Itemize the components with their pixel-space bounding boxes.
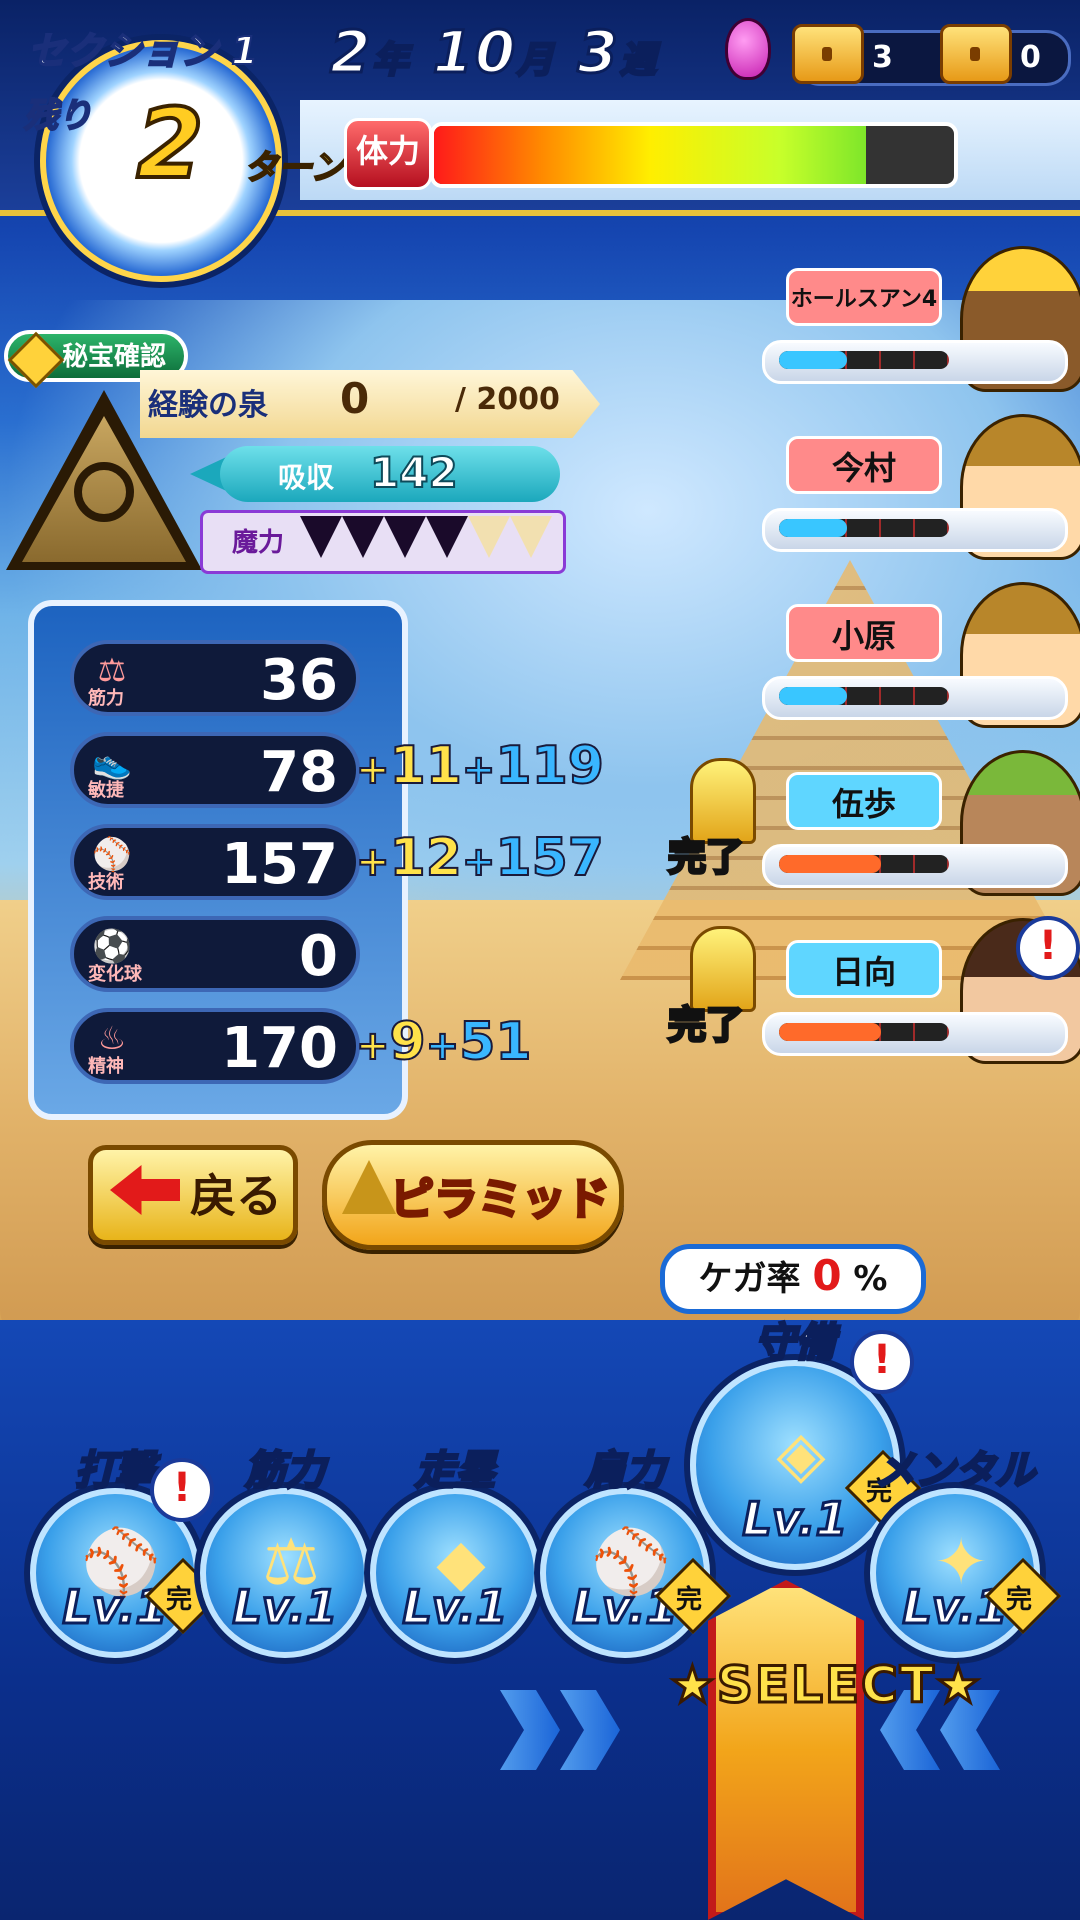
magic-label: 魔力 [232,528,285,558]
exp-max: / 2000 [455,382,560,417]
plus-sign: + [355,838,390,886]
stat-value: 157 [221,832,338,897]
stat-bonus: +9+51 [355,1011,533,1073]
stat-row: ⚾ 技術 157 [70,824,360,900]
teammate-gauge-track [779,687,949,705]
stat-row: ⚖ 筋力 36 [70,640,360,716]
stat-name: 技術 [88,872,124,893]
teammate-name[interactable]: 今村 [786,436,942,494]
plus-sign: + [355,1022,390,1070]
stamina-label: 体力 [344,118,432,190]
date-year: 2 [328,17,373,88]
stat-value: 36 [260,648,338,713]
teammate-gauge [762,1012,1068,1056]
remaining-turns: 2 [135,86,206,202]
practice-level: Lv.1 [231,1579,339,1636]
exp-label: 経験の泉 [148,388,268,423]
teammate-name[interactable]: 小原 [786,604,942,662]
practice-done-label: 完 [166,1585,193,1615]
date-year-unit: 年 [371,39,411,83]
select-label: ★SELECT★ [669,1655,983,1716]
teammate-gauge-fill [779,1023,881,1041]
date-week-unit: 週 [618,39,658,83]
practice-name: 筋力 [244,1447,327,1496]
teammate-name[interactable]: 日向 [786,940,942,998]
injury-rate-badge: ケガ率 0 % [660,1244,926,1314]
stat-row: ⚽ 変化球 0 [70,916,360,992]
absorb-value: 142 [369,447,459,498]
stat-value: 170 [221,1016,338,1081]
practice-done-label: 完 [676,1585,703,1615]
game-date: 2年 10月 3週 [328,17,658,88]
absorb-label: 吸収 [278,461,335,494]
stat-value: 0 [299,924,338,989]
injury-label: ケガ率 [698,1259,801,1299]
teammate-gauge-track [779,351,949,369]
practice-name: 走塁 [414,1447,497,1496]
stat-bonus-1: 11 [389,735,463,797]
stat-bonus: +12+157 [355,827,605,889]
stat-name: 精神 [88,1056,124,1077]
stamina-bar [430,122,958,188]
practice-level: Lv.1 [401,1579,509,1636]
teammate-gauge-fill [779,351,847,369]
teammate-name[interactable]: ホールスアン4世 [786,268,942,370]
plus-sign: + [461,746,496,794]
teammate-gauge [762,340,1068,384]
teammate-gauge-track [779,855,949,873]
injury-unit: % [853,1259,888,1299]
pyramid-emblem-ring [74,462,134,522]
stat-name: 変化球 [88,964,142,985]
teammate-gauge [762,676,1068,720]
red-chest-count: 3 [872,40,893,75]
remaining-label: 残り [23,95,93,137]
back-button-label: 戻る [190,1169,282,1223]
exp-value: 0 [340,374,370,423]
select-ribbon[interactable] [708,1580,864,1920]
teammate-name[interactable]: 伍歩 [786,772,942,830]
practice-name: メンタル [874,1447,1037,1496]
stat-name: 筋力 [88,688,124,709]
teammate-gauge [762,844,1068,888]
turn-label: ターン [243,147,345,189]
date-week: 3 [576,17,620,88]
stat-bonus-2: 157 [494,827,605,889]
stat-row: 👟 敏捷 78 [70,732,360,808]
stat-value: 78 [260,740,338,805]
teammate-gauge-track [779,1023,949,1041]
stat-row: ♨ 精神 170 [70,1008,360,1084]
pyramid-button-label: ピラミッド [389,1173,612,1227]
practice-done-label: 完 [1006,1585,1033,1615]
stat-bonus-2: 119 [494,735,605,797]
treasure-check-label: 秘宝確認 [62,342,167,372]
completed-label: 完了 [666,834,745,881]
egg-icon[interactable] [725,18,771,80]
stat-bonus-2: 51 [458,1011,532,1073]
stat-bonus: +11+119 [355,735,605,797]
date-month-unit: 月 [516,39,556,83]
stat-name: 敏捷 [88,780,124,801]
plus-sign: + [355,746,390,794]
teammate-gauge-fill [779,855,881,873]
gold-chest-icon [940,24,1012,84]
injury-value: 0 [812,1251,842,1300]
teammate-gauge-fill [779,687,847,705]
stat-bonus-1: 12 [389,827,463,889]
teammate-gauge-track [779,519,949,537]
red-chest-icon [792,24,864,84]
section-label: セクション 1 [27,28,259,74]
alert-icon: ! [1016,916,1080,980]
stat-bonus-1: 9 [389,1011,427,1073]
alert-icon: ! [850,1330,914,1394]
date-month: 10 [431,17,518,88]
stamina-fill [434,126,866,184]
completed-label: 完了 [666,1002,745,1049]
glove-icon: ◈ [776,1418,826,1492]
plus-sign: + [461,838,496,886]
plus-sign: + [425,1022,460,1070]
teammate-gauge [762,508,1068,552]
gold-chest-count: 0 [1020,40,1041,75]
teammate-gauge-fill [779,519,847,537]
